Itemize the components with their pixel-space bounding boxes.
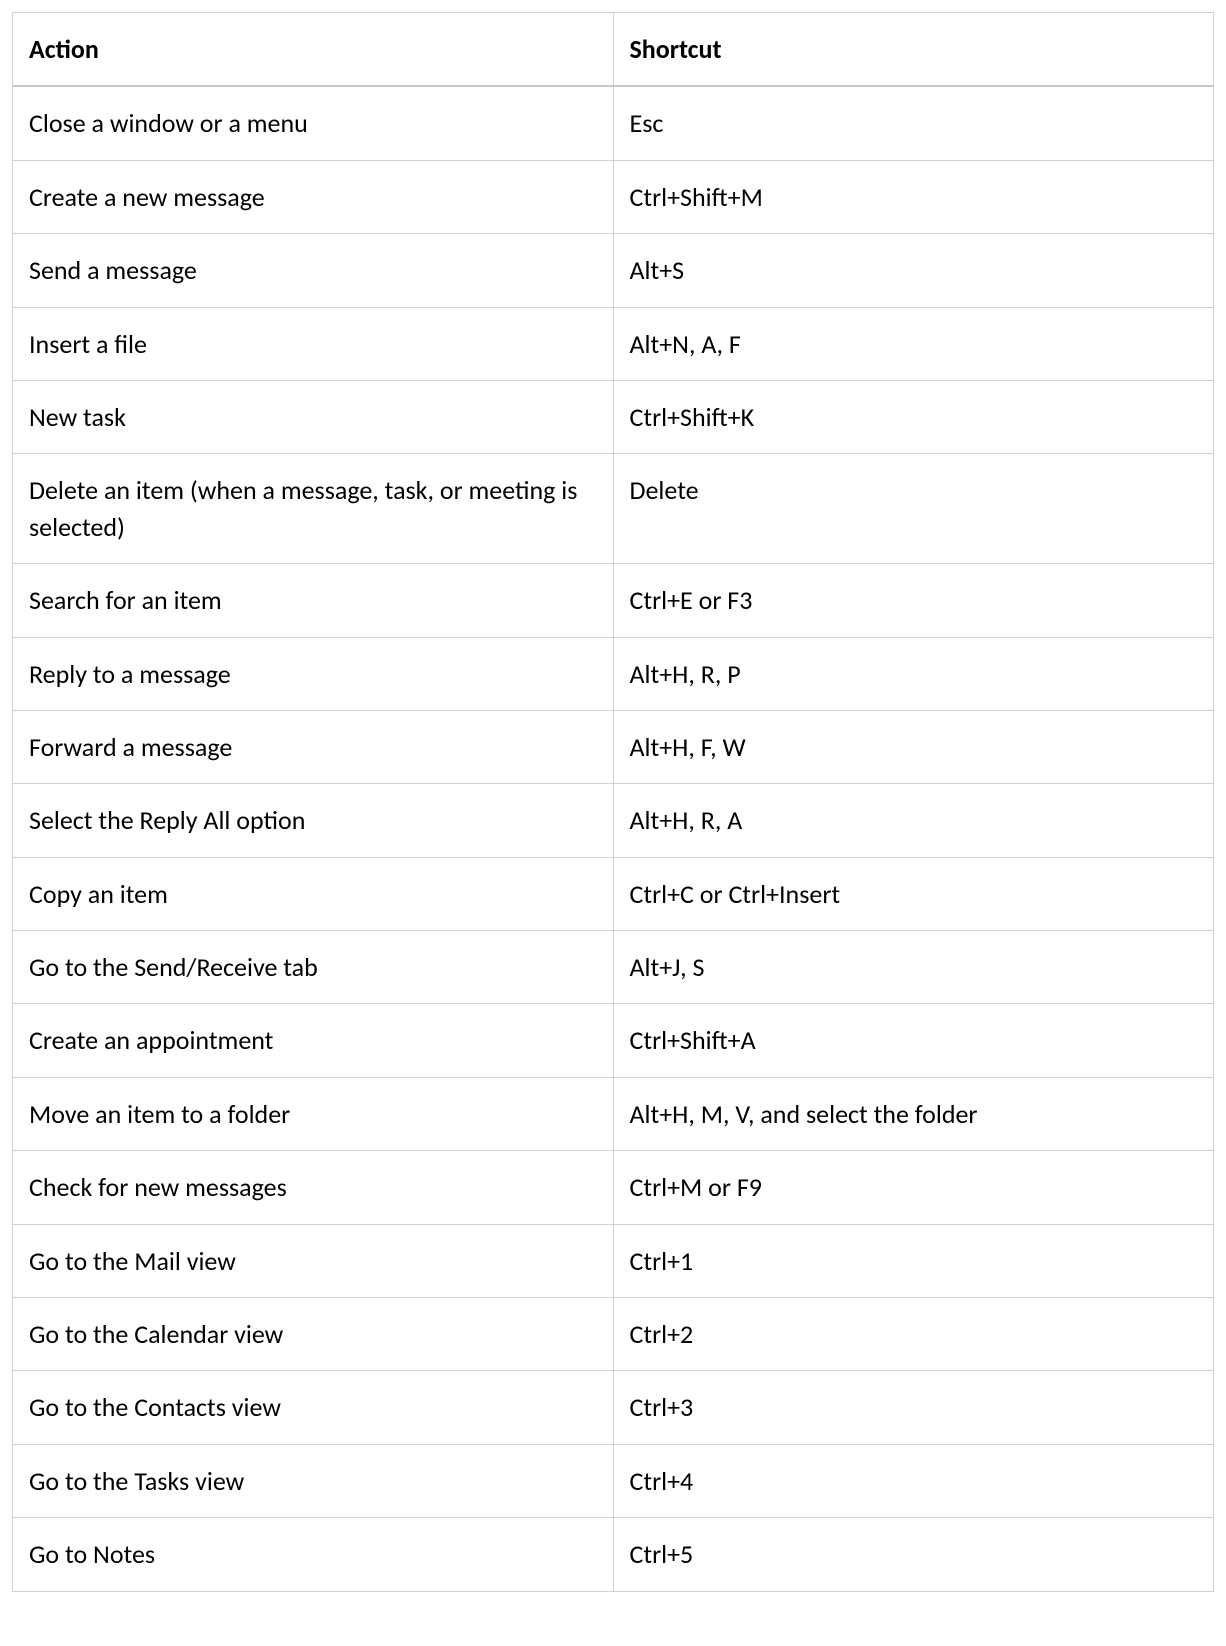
table-row: Create an appointment Ctrl+Shift+A: [13, 1004, 1214, 1077]
cell-action: Go to the Calendar view: [13, 1298, 614, 1371]
cell-action: New task: [13, 380, 614, 453]
table-row: Move an item to a folder Alt+H, M, V, an…: [13, 1077, 1214, 1150]
table-row: Go to the Mail view Ctrl+1: [13, 1224, 1214, 1297]
cell-action: Go to the Contacts view: [13, 1371, 614, 1444]
cell-shortcut: Ctrl+M or F9: [613, 1151, 1214, 1224]
table-row: Copy an item Ctrl+C or Ctrl+Insert: [13, 857, 1214, 930]
cell-shortcut: Esc: [613, 86, 1214, 160]
header-action: Action: [13, 13, 614, 87]
cell-shortcut: Ctrl+2: [613, 1298, 1214, 1371]
table-row: Go to the Contacts view Ctrl+3: [13, 1371, 1214, 1444]
table-row: Go to the Calendar view Ctrl+2: [13, 1298, 1214, 1371]
cell-shortcut: Alt+N, A, F: [613, 307, 1214, 380]
table-row: Go to Notes Ctrl+5: [13, 1518, 1214, 1591]
cell-shortcut: Ctrl+Shift+M: [613, 160, 1214, 233]
shortcuts-table: Action Shortcut Close a window or a menu…: [12, 12, 1214, 1592]
table-row: Forward a message Alt+H, F, W: [13, 710, 1214, 783]
cell-shortcut: Alt+J, S: [613, 931, 1214, 1004]
cell-action: Go to the Mail view: [13, 1224, 614, 1297]
cell-shortcut: Alt+S: [613, 234, 1214, 307]
cell-shortcut: Ctrl+E or F3: [613, 564, 1214, 637]
cell-action: Go to the Send/Receive tab: [13, 931, 614, 1004]
cell-shortcut: Ctrl+3: [613, 1371, 1214, 1444]
table-row: Check for new messages Ctrl+M or F9: [13, 1151, 1214, 1224]
cell-shortcut: Ctrl+C or Ctrl+Insert: [613, 857, 1214, 930]
cell-action: Check for new messages: [13, 1151, 614, 1224]
table-row: New task Ctrl+Shift+K: [13, 380, 1214, 453]
cell-action: Delete an item (when a message, task, or…: [13, 454, 614, 564]
cell-action: Insert a file: [13, 307, 614, 380]
cell-shortcut: Ctrl+1: [613, 1224, 1214, 1297]
cell-action: Create an appointment: [13, 1004, 614, 1077]
cell-action: Create a new message: [13, 160, 614, 233]
table-header-row: Action Shortcut: [13, 13, 1214, 87]
cell-shortcut: Alt+H, M, V, and select the folder: [613, 1077, 1214, 1150]
cell-action: Search for an item: [13, 564, 614, 637]
cell-shortcut: Alt+H, F, W: [613, 710, 1214, 783]
cell-shortcut: Delete: [613, 454, 1214, 564]
cell-action: Reply to a message: [13, 637, 614, 710]
table-row: Reply to a message Alt+H, R, P: [13, 637, 1214, 710]
cell-action: Go to Notes: [13, 1518, 614, 1591]
table-row: Send a message Alt+S: [13, 234, 1214, 307]
table-row: Delete an item (when a message, task, or…: [13, 454, 1214, 564]
table-row: Close a window or a menu Esc: [13, 86, 1214, 160]
table-row: Go to the Send/Receive tab Alt+J, S: [13, 931, 1214, 1004]
cell-shortcut: Alt+H, R, A: [613, 784, 1214, 857]
table-row: Search for an item Ctrl+E or F3: [13, 564, 1214, 637]
cell-shortcut: Ctrl+Shift+K: [613, 380, 1214, 453]
cell-action: Select the Reply All option: [13, 784, 614, 857]
table-row: Select the Reply All option Alt+H, R, A: [13, 784, 1214, 857]
cell-action: Forward a message: [13, 710, 614, 783]
cell-action: Go to the Tasks view: [13, 1444, 614, 1517]
cell-shortcut: Alt+H, R, P: [613, 637, 1214, 710]
cell-action: Move an item to a folder: [13, 1077, 614, 1150]
cell-action: Send a message: [13, 234, 614, 307]
cell-shortcut: Ctrl+5: [613, 1518, 1214, 1591]
cell-shortcut: Ctrl+4: [613, 1444, 1214, 1517]
cell-shortcut: Ctrl+Shift+A: [613, 1004, 1214, 1077]
table-row: Create a new message Ctrl+Shift+M: [13, 160, 1214, 233]
cell-action: Close a window or a menu: [13, 86, 614, 160]
cell-action: Copy an item: [13, 857, 614, 930]
table-row: Go to the Tasks view Ctrl+4: [13, 1444, 1214, 1517]
table-row: Insert a file Alt+N, A, F: [13, 307, 1214, 380]
table-body: Close a window or a menu Esc Create a ne…: [13, 86, 1214, 1591]
header-shortcut: Shortcut: [613, 13, 1214, 87]
